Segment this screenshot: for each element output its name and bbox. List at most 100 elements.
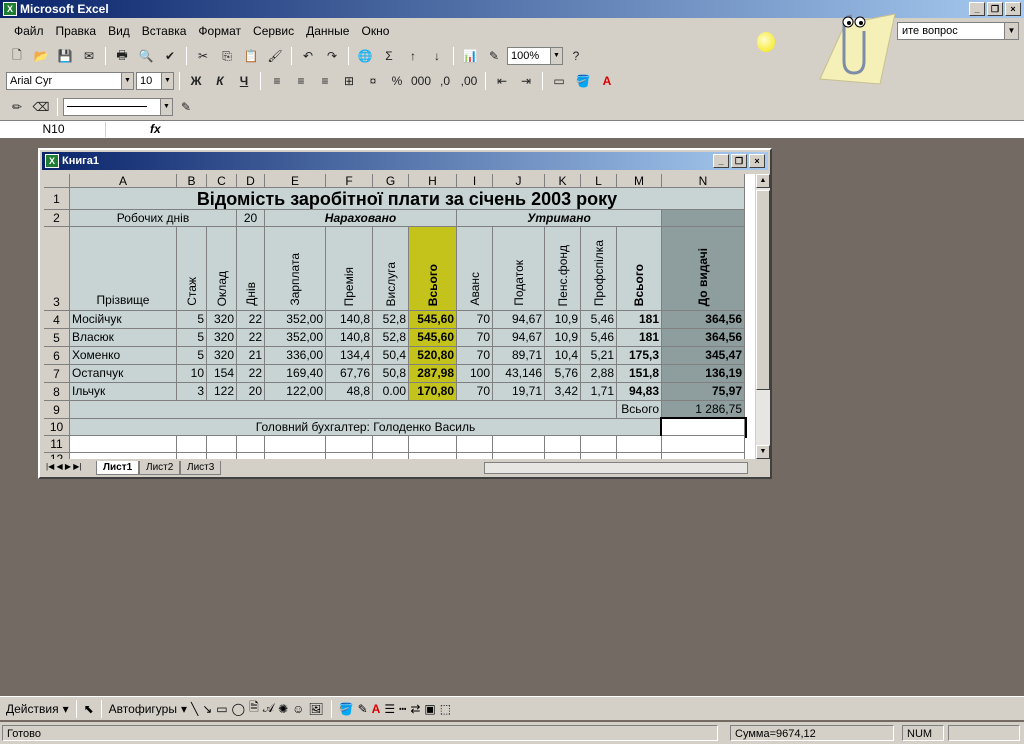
workbook-close-button[interactable]: × bbox=[749, 154, 765, 168]
column-header-N[interactable]: N bbox=[662, 174, 745, 188]
workbook-minimize-button[interactable]: _ bbox=[713, 154, 729, 168]
work-days-label[interactable]: Робочих днів bbox=[70, 210, 237, 227]
sort-descending-icon[interactable]: ↓ bbox=[426, 46, 448, 66]
hyperlink-icon[interactable]: 🌐 bbox=[354, 46, 376, 66]
redo-icon[interactable]: ↷ bbox=[321, 46, 343, 66]
table-cell[interactable]: 3,42 bbox=[545, 383, 581, 401]
table-cell[interactable]: 5 bbox=[177, 329, 207, 347]
table-cell[interactable]: 5,76 bbox=[545, 365, 581, 383]
chevron-down-icon[interactable]: ▼ bbox=[550, 48, 562, 64]
table-cell[interactable]: 0.00 bbox=[373, 383, 409, 401]
tab-nav-icon[interactable]: |◀ ◀ ▶ ▶| bbox=[46, 462, 81, 471]
column-title-8[interactable]: Всього bbox=[409, 227, 457, 311]
empty-cell[interactable] bbox=[207, 453, 237, 459]
empty-cell[interactable] bbox=[177, 436, 207, 453]
column-header-J[interactable]: J bbox=[493, 174, 545, 188]
table-cell[interactable]: Ільчук bbox=[70, 383, 177, 401]
empty-cell[interactable] bbox=[373, 453, 409, 459]
align-right-icon[interactable]: ≡ bbox=[314, 71, 336, 91]
align-left-icon[interactable]: ≡ bbox=[266, 71, 288, 91]
empty-cell[interactable] bbox=[493, 453, 545, 459]
column-header-H[interactable]: H bbox=[409, 174, 457, 188]
chevron-down-icon[interactable]: ▼ bbox=[121, 73, 133, 89]
arrow-style-icon[interactable]: ⇄ bbox=[410, 702, 420, 716]
minimize-button[interactable]: _ bbox=[969, 2, 985, 16]
picture-icon[interactable]: 🖼 bbox=[308, 702, 323, 716]
line-style-icon[interactable]: ☰ bbox=[384, 702, 395, 716]
row-header-7[interactable]: 7 bbox=[44, 365, 70, 383]
empty-cell[interactable] bbox=[457, 453, 493, 459]
undo-icon[interactable]: ↶ bbox=[297, 46, 319, 66]
table-cell[interactable]: 70 bbox=[457, 311, 493, 329]
empty-cell[interactable] bbox=[662, 436, 745, 453]
withheld-header[interactable]: Утримано bbox=[457, 210, 662, 227]
zoom-select[interactable]: 100% ▼ bbox=[507, 47, 563, 65]
drawing-icon[interactable]: ✎ bbox=[483, 46, 505, 66]
table-cell[interactable]: 320 bbox=[207, 329, 237, 347]
empty-cell[interactable] bbox=[70, 436, 177, 453]
column-title-14[interactable]: До видачі bbox=[662, 227, 745, 311]
open-icon[interactable]: 📂 bbox=[30, 46, 52, 66]
table-cell[interactable]: 21 bbox=[237, 347, 265, 365]
select-objects-icon[interactable]: ⬉ bbox=[84, 702, 94, 716]
clipart-icon[interactable]: ☺ bbox=[292, 702, 304, 716]
diagram-icon[interactable]: ✺ bbox=[278, 702, 288, 716]
table-cell[interactable]: 170,80 bbox=[409, 383, 457, 401]
line-color-icon[interactable]: ✎ bbox=[358, 702, 368, 716]
accountant-line[interactable]: Головний бухгалтер: Голоденко Василь bbox=[70, 419, 662, 436]
increase-indent-icon[interactable]: ⇥ bbox=[515, 71, 537, 91]
row-header-5[interactable]: 5 bbox=[44, 329, 70, 347]
column-title-6[interactable]: Премія bbox=[326, 227, 373, 311]
table-cell[interactable]: 181 bbox=[617, 311, 662, 329]
line-icon[interactable]: ╲ bbox=[191, 702, 198, 716]
column-header-C[interactable]: C bbox=[207, 174, 237, 188]
column-title-7[interactable]: Вислуга bbox=[373, 227, 409, 311]
table-cell[interactable]: 22 bbox=[237, 329, 265, 347]
font-size-select[interactable]: 10 ▼ bbox=[136, 72, 174, 90]
bold-button[interactable]: Ж bbox=[185, 71, 207, 91]
table-cell[interactable]: 10,9 bbox=[545, 329, 581, 347]
spreadsheet-grid[interactable]: A B C D E F G H I J K L M N 1 2 3 4 5 6 7 8 9 10 11 12 Відомість з… bbox=[44, 174, 755, 459]
table-cell[interactable]: 287,98 bbox=[409, 365, 457, 383]
total-value[interactable]: 1 286,75 bbox=[662, 401, 745, 419]
name-box[interactable]: N10 bbox=[2, 122, 106, 137]
table-cell[interactable]: 169,40 bbox=[265, 365, 326, 383]
accrued-header[interactable]: Нараховано bbox=[265, 210, 457, 227]
print-preview-icon[interactable]: 🔍 bbox=[135, 46, 157, 66]
table-cell[interactable]: 70 bbox=[457, 329, 493, 347]
table-cell[interactable]: 75,97 bbox=[662, 383, 745, 401]
row-header-1[interactable]: 1 bbox=[44, 188, 70, 210]
chart-wizard-icon[interactable]: 📊 bbox=[459, 46, 481, 66]
tab-sheet3[interactable]: Лист3 bbox=[180, 461, 222, 475]
table-cell[interactable]: 545,60 bbox=[409, 329, 457, 347]
table-cell[interactable]: 140,8 bbox=[326, 329, 373, 347]
pencil-icon[interactable]: ✏ bbox=[6, 97, 28, 117]
table-cell[interactable]: 20 bbox=[237, 383, 265, 401]
table-cell[interactable]: 122 bbox=[207, 383, 237, 401]
menu-window[interactable]: Окно bbox=[355, 24, 395, 38]
empty-cell[interactable] bbox=[581, 436, 617, 453]
fill-color-icon[interactable]: 🪣 bbox=[572, 71, 594, 91]
eraser-icon[interactable]: ⌫ bbox=[30, 97, 52, 117]
column-title-1[interactable]: Прізвище bbox=[70, 227, 177, 311]
font-color-icon[interactable]: A bbox=[372, 702, 381, 716]
empty-cell[interactable] bbox=[662, 453, 745, 459]
cell-A9[interactable] bbox=[70, 401, 617, 419]
column-title-11[interactable]: Пенс.фонд bbox=[545, 227, 581, 311]
dash-style-icon[interactable]: ┅ bbox=[399, 702, 406, 716]
table-cell[interactable]: 545,60 bbox=[409, 311, 457, 329]
underline-button[interactable]: Ч bbox=[233, 71, 255, 91]
empty-cell[interactable] bbox=[237, 436, 265, 453]
total-label[interactable]: Всього bbox=[617, 401, 662, 419]
menu-tools[interactable]: Сервис bbox=[247, 24, 300, 38]
table-cell[interactable]: 320 bbox=[207, 311, 237, 329]
table-cell[interactable]: 151,8 bbox=[617, 365, 662, 383]
row-header-10[interactable]: 10 bbox=[44, 419, 70, 436]
chevron-down-icon[interactable]: ▾ bbox=[181, 702, 187, 716]
empty-cell[interactable] bbox=[265, 436, 326, 453]
horizontal-scrollbar[interactable] bbox=[484, 462, 748, 474]
close-button[interactable]: × bbox=[1005, 2, 1021, 16]
chevron-down-icon[interactable]: ▾ bbox=[63, 702, 69, 716]
help-icon[interactable]: ? bbox=[565, 46, 587, 66]
format-painter-icon[interactable]: 🖌 bbox=[264, 46, 286, 66]
